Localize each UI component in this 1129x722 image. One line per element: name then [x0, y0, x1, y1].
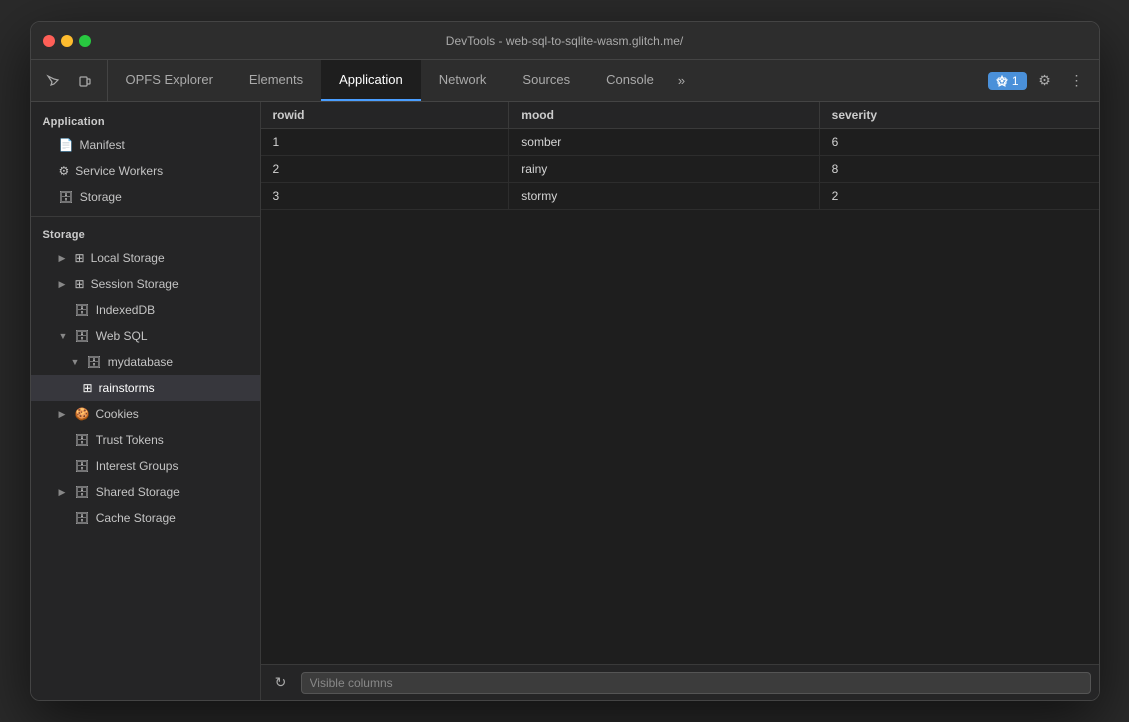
cell-mood: stormy: [509, 183, 819, 210]
sidebar-item-manifest[interactable]: 📄 Manifest: [31, 132, 260, 158]
chevron-down-icon: ▼: [59, 331, 69, 341]
cell-rowid: 3: [261, 183, 509, 210]
toolbar-right: 1 ⚙ ⋮: [980, 60, 1099, 101]
window-title: DevTools - web-sql-to-sqlite-wasm.glitch…: [446, 34, 683, 48]
db-icon: 🗄: [75, 485, 90, 499]
visible-columns-input[interactable]: [301, 672, 1091, 694]
main-content: Application 📄 Manifest ⚙ Service Workers…: [31, 102, 1099, 700]
more-tabs-button[interactable]: »: [672, 60, 691, 101]
table-row[interactable]: 3stormy2: [261, 183, 1099, 210]
tab-application[interactable]: Application: [321, 60, 421, 101]
chevron-right-icon: ▶: [59, 253, 69, 264]
sidebar-item-shared-storage[interactable]: ▶ 🗄 Shared Storage: [31, 479, 260, 505]
settings-button[interactable]: ⚙: [1031, 67, 1059, 95]
device-icon[interactable]: [71, 67, 99, 95]
grid-icon: ⊞: [75, 251, 85, 265]
cell-mood: somber: [509, 129, 819, 156]
table-container: rowid mood severity 1somber62rainy83stor…: [261, 102, 1099, 664]
cookie-icon: 🍪: [75, 407, 90, 421]
toolbar-icon-group: [31, 60, 108, 101]
toolbar-tabs: OPFS Explorer Elements Application Netwo…: [108, 60, 980, 101]
chevron-down-icon: ▼: [71, 357, 81, 367]
minimize-button[interactable]: [61, 35, 73, 47]
tab-elements[interactable]: Elements: [231, 60, 321, 101]
cell-rowid: 2: [261, 156, 509, 183]
db-icon: 🗄: [75, 303, 90, 317]
grid-icon: ⊞: [83, 381, 93, 395]
tab-network[interactable]: Network: [421, 60, 505, 101]
notification-badge[interactable]: 1: [988, 72, 1027, 90]
col-header-rowid: rowid: [261, 102, 509, 129]
tab-console[interactable]: Console: [588, 60, 672, 101]
application-section-header: Application: [31, 110, 260, 132]
col-header-mood: mood: [509, 102, 819, 129]
db-icon: 🗄: [87, 355, 102, 369]
chevron-right-icon: ▶: [59, 409, 69, 420]
db-icon: 🗄: [59, 190, 74, 204]
sidebar-item-cookies[interactable]: ▶ 🍪 Cookies: [31, 401, 260, 427]
cell-severity: 6: [819, 129, 1098, 156]
bottom-bar: ↻: [261, 664, 1099, 700]
more-options-button[interactable]: ⋮: [1063, 67, 1091, 95]
cell-severity: 2: [819, 183, 1098, 210]
title-bar: DevTools - web-sql-to-sqlite-wasm.glitch…: [31, 22, 1099, 60]
col-header-severity: severity: [819, 102, 1098, 129]
db-icon: 🗄: [75, 433, 90, 447]
sidebar: Application 📄 Manifest ⚙ Service Workers…: [31, 102, 261, 700]
storage-section-header: Storage: [31, 223, 260, 245]
db-icon: 🗄: [75, 511, 90, 525]
tab-sources[interactable]: Sources: [504, 60, 588, 101]
cell-rowid: 1: [261, 129, 509, 156]
doc-icon: 📄: [59, 138, 74, 152]
table-header-row: rowid mood severity: [261, 102, 1099, 129]
maximize-button[interactable]: [79, 35, 91, 47]
sidebar-item-mydatabase[interactable]: ▼ 🗄 mydatabase: [31, 349, 260, 375]
cell-severity: 8: [819, 156, 1098, 183]
toolbar: OPFS Explorer Elements Application Netwo…: [31, 60, 1099, 102]
sidebar-divider: [31, 216, 260, 217]
close-button[interactable]: [43, 35, 55, 47]
inspect-icon[interactable]: [39, 67, 67, 95]
sidebar-item-indexeddb[interactable]: 🗄 IndexedDB: [31, 297, 260, 323]
refresh-button[interactable]: ↻: [269, 671, 293, 695]
content-panel: rowid mood severity 1somber62rainy83stor…: [261, 102, 1099, 700]
sidebar-item-trust-tokens[interactable]: 🗄 Trust Tokens: [31, 427, 260, 453]
sidebar-item-rainstorms[interactable]: ⊞ rainstorms: [31, 375, 260, 401]
sidebar-item-cache-storage[interactable]: 🗄 Cache Storage: [31, 505, 260, 531]
gear-icon: ⚙: [59, 164, 70, 178]
sidebar-item-websql[interactable]: ▼ 🗄 Web SQL: [31, 323, 260, 349]
chevron-right-icon: ▶: [59, 279, 69, 290]
db-icon: 🗄: [75, 459, 90, 473]
db-icon: 🗄: [75, 329, 90, 343]
data-table: rowid mood severity 1somber62rainy83stor…: [261, 102, 1099, 210]
table-row[interactable]: 2rainy8: [261, 156, 1099, 183]
sidebar-item-storage[interactable]: 🗄 Storage: [31, 184, 260, 210]
sidebar-item-interest-groups[interactable]: 🗄 Interest Groups: [31, 453, 260, 479]
table-row[interactable]: 1somber6: [261, 129, 1099, 156]
sidebar-item-local-storage[interactable]: ▶ ⊞ Local Storage: [31, 245, 260, 271]
sidebar-item-session-storage[interactable]: ▶ ⊞ Session Storage: [31, 271, 260, 297]
cell-mood: rainy: [509, 156, 819, 183]
traffic-lights: [43, 35, 91, 47]
tab-opfs-explorer[interactable]: OPFS Explorer: [108, 60, 231, 101]
sidebar-item-service-workers[interactable]: ⚙ Service Workers: [31, 158, 260, 184]
grid-icon: ⊞: [75, 277, 85, 291]
devtools-window: DevTools - web-sql-to-sqlite-wasm.glitch…: [30, 21, 1100, 701]
chevron-right-icon: ▶: [59, 487, 69, 498]
